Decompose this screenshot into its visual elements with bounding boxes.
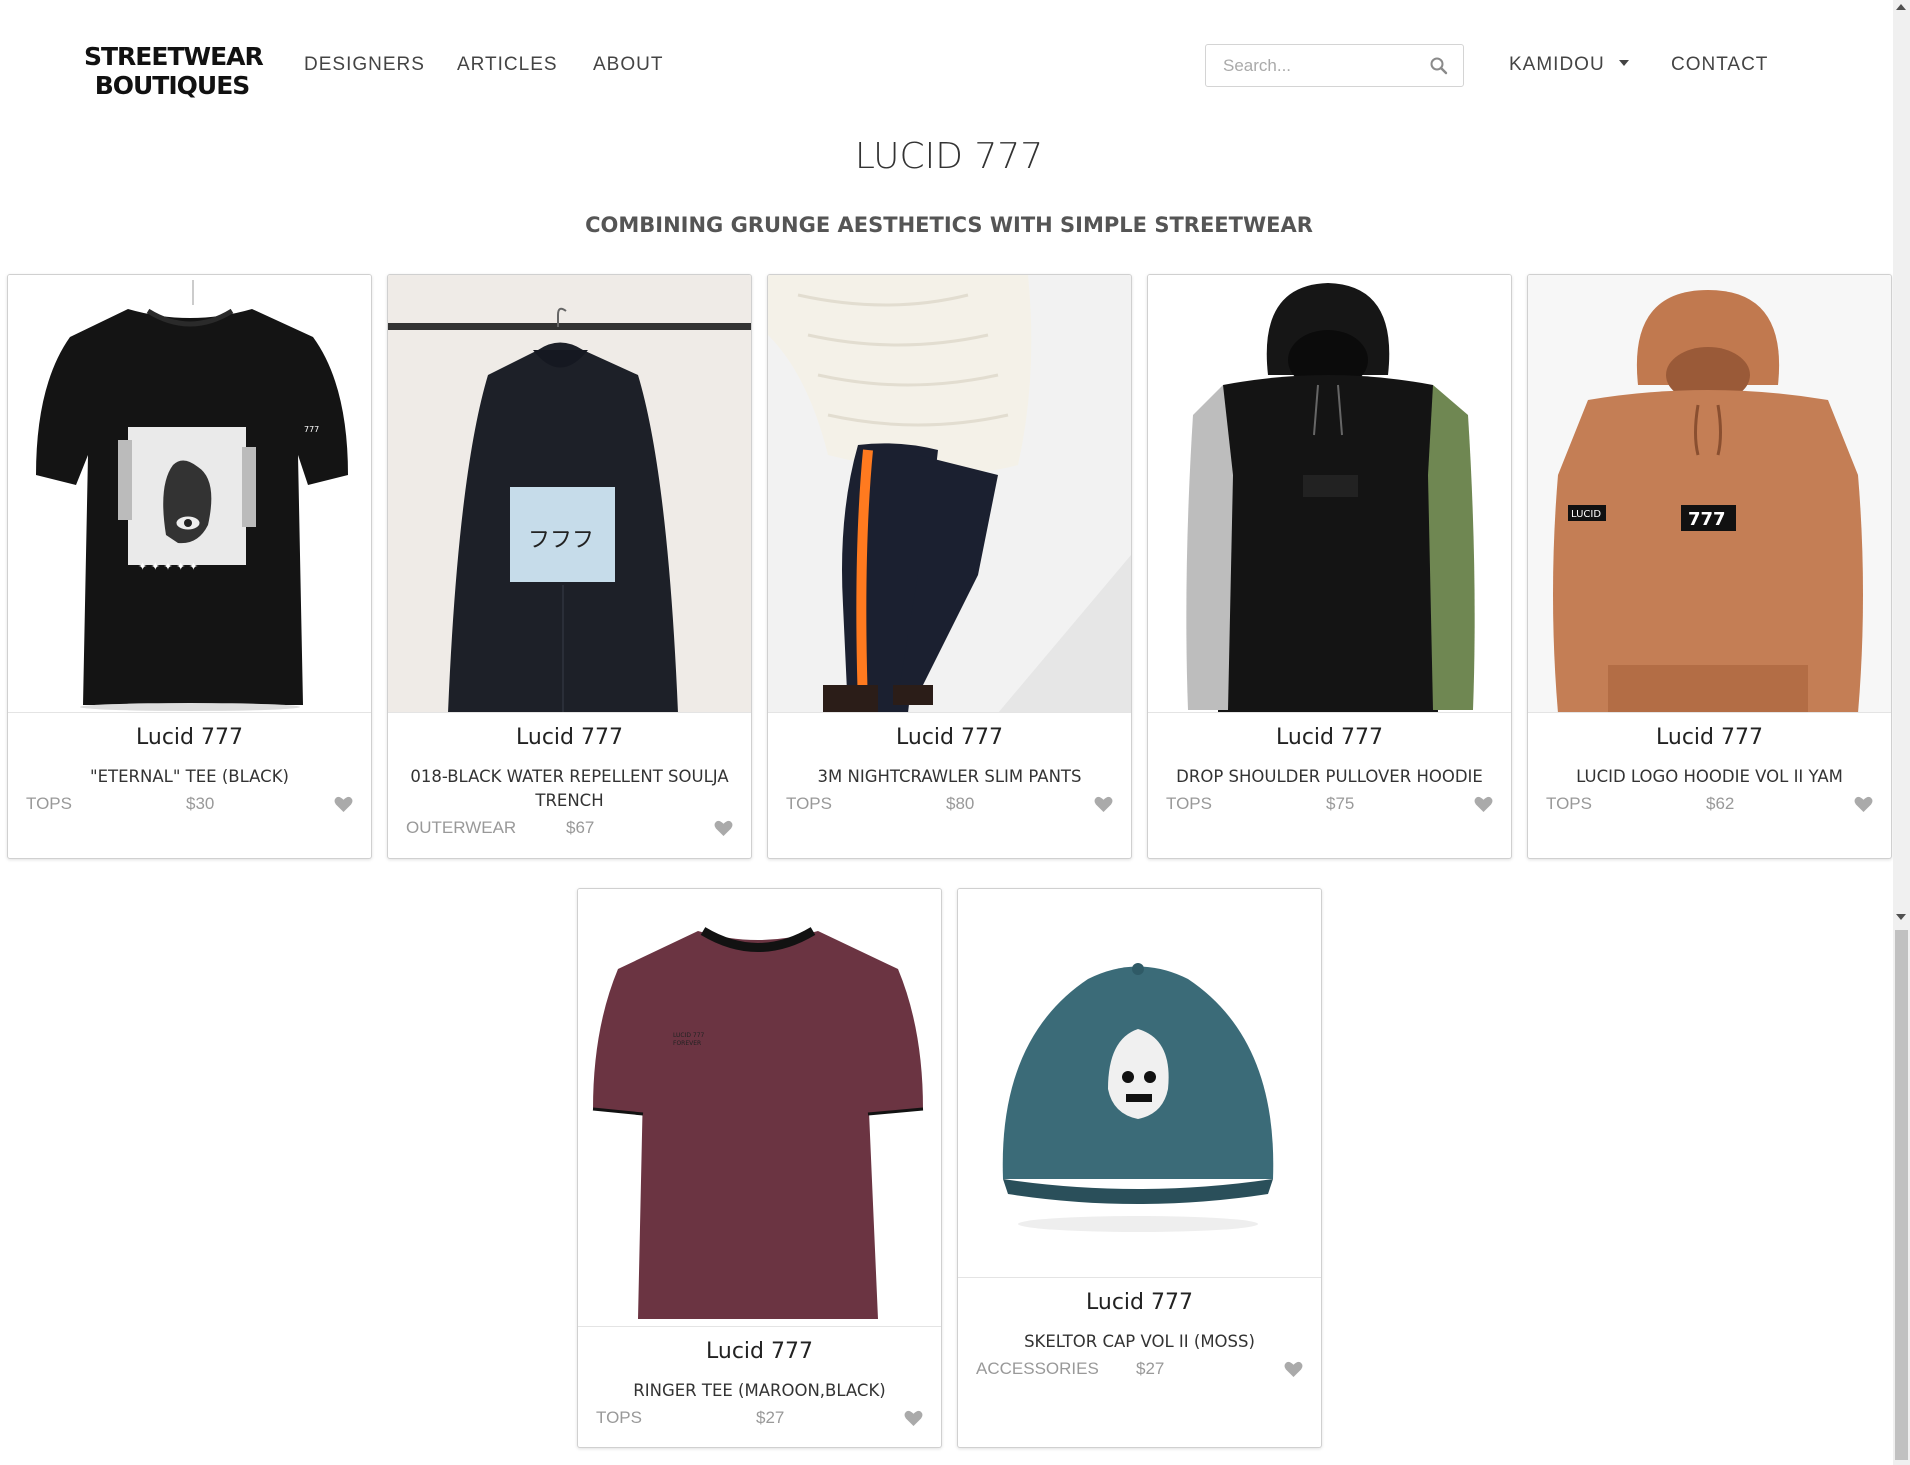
heart-icon[interactable] <box>1284 1361 1303 1378</box>
product-card[interactable]: Lucid 777 3M NIGHTCRAWLER SLIM PANTS TOP… <box>767 274 1132 859</box>
user-menu-dropdown[interactable]: KAMIDOU <box>1509 54 1629 76</box>
maroon-ringer-tee-image: LUCID 777 FOREVER <box>578 889 941 1326</box>
heart-icon[interactable] <box>1854 796 1873 813</box>
product-category: TOPS <box>1166 794 1212 813</box>
product-card[interactable]: LUCID 777 FOREVER Lucid 777 RINGER TEE (… <box>577 888 942 1448</box>
user-menu-label: KAMIDOU <box>1509 54 1605 75</box>
teal-skull-cap-image <box>958 889 1321 1277</box>
product-price: $75 <box>1326 794 1355 813</box>
track-pants-image <box>768 275 1131 712</box>
page-subtitle: COMBINING GRUNGE AESTHETICS WITH SIMPLE … <box>585 213 1313 237</box>
heart-icon[interactable] <box>334 796 353 813</box>
nav-link-designers[interactable]: DESIGNERS <box>304 54 425 76</box>
orange-logo-hoodie-image: 777 LUCID <box>1528 275 1891 712</box>
product-image[interactable]: LUCID 777 FOREVER <box>578 889 941 1327</box>
product-price: $67 <box>566 818 595 837</box>
product-image[interactable] <box>768 275 1131 713</box>
product-name[interactable]: RINGER TEE (MAROON,BLACK) <box>593 1379 926 1403</box>
product-price: $27 <box>756 1408 785 1427</box>
nav-link-about[interactable]: ABOUT <box>593 54 663 76</box>
scroll-down-arrow-icon[interactable] <box>1896 914 1906 920</box>
nav-link-contact[interactable]: CONTACT <box>1671 54 1768 76</box>
svg-text:FOREVER: FOREVER <box>673 1040 701 1047</box>
product-card[interactable]: Lucid 777 DROP SHOULDER PULLOVER HOODIE … <box>1147 274 1512 859</box>
product-brand: Lucid 777 <box>706 1339 813 1364</box>
svg-text:LUCID: LUCID <box>1571 509 1601 520</box>
product-category: ACCESSORIES <box>976 1359 1099 1378</box>
svg-text:777: 777 <box>1688 509 1726 530</box>
product-name[interactable]: "ETERNAL" TEE (BLACK) <box>23 765 356 789</box>
product-image[interactable]: フフフ <box>388 275 751 713</box>
product-name[interactable]: LUCID LOGO HOODIE VOL II YAM <box>1543 765 1876 789</box>
site-logo[interactable]: STREETWEAR BOUTIQUES <box>84 42 264 100</box>
product-card[interactable]: ✦ ✦ ✦ ✦ ✦ 777 Lucid 777 "ETERNAL" TEE (B… <box>7 274 372 859</box>
svg-text:フフフ: フフフ <box>528 528 594 553</box>
product-brand: Lucid 777 <box>896 725 1003 750</box>
logo-line-1: STREETWEAR <box>84 42 264 71</box>
product-image[interactable] <box>1148 275 1511 713</box>
black-trench-coat-image: フフフ <box>388 275 751 712</box>
product-name[interactable]: 018-BLACK WATER REPELLENT SOULJA TRENCH <box>403 765 736 813</box>
product-image[interactable]: 777 LUCID <box>1528 275 1891 713</box>
product-price: $62 <box>1706 794 1735 813</box>
search-icon[interactable] <box>1429 56 1449 76</box>
nav-link-articles[interactable]: ARTICLES <box>457 54 558 76</box>
page-scrollbar[interactable] <box>1893 0 1910 1465</box>
product-image[interactable] <box>958 889 1321 1278</box>
product-brand: Lucid 777 <box>516 725 623 750</box>
product-brand: Lucid 777 <box>1656 725 1763 750</box>
colorblock-hoodie-image <box>1148 275 1511 712</box>
search-input[interactable] <box>1206 45 1416 86</box>
product-price: $27 <box>1136 1359 1165 1378</box>
product-card[interactable]: フフフ Lucid 777 018-BLACK WATER REPELLENT … <box>387 274 752 859</box>
heart-icon[interactable] <box>1474 796 1493 813</box>
svg-text:✦ ✦ ✦ ✦ ✦: ✦ ✦ ✦ ✦ ✦ <box>138 560 198 573</box>
heart-icon[interactable] <box>714 820 733 837</box>
product-card[interactable]: Lucid 777 SKELTOR CAP VOL II (MOSS) ACCE… <box>957 888 1322 1448</box>
product-price: $80 <box>946 794 975 813</box>
product-price: $30 <box>186 794 215 813</box>
product-name[interactable]: SKELTOR CAP VOL II (MOSS) <box>973 1330 1306 1354</box>
product-category: OUTERWEAR <box>406 818 517 837</box>
navbar: STREETWEAR BOUTIQUES DESIGNERS ARTICLES … <box>0 0 1893 130</box>
product-category: TOPS <box>1546 794 1592 813</box>
scroll-thumb[interactable] <box>1895 930 1908 1460</box>
heart-icon[interactable] <box>904 1410 923 1427</box>
search-box <box>1205 44 1464 87</box>
black-graphic-tee-image: ✦ ✦ ✦ ✦ ✦ 777 <box>8 275 371 712</box>
product-category: TOPS <box>596 1408 642 1427</box>
scroll-up-arrow-icon[interactable] <box>1896 4 1906 10</box>
heart-icon[interactable] <box>1094 796 1113 813</box>
product-name[interactable]: DROP SHOULDER PULLOVER HOODIE <box>1163 765 1496 789</box>
product-brand: Lucid 777 <box>136 725 243 750</box>
product-category: TOPS <box>786 794 832 813</box>
logo-line-2: BOUTIQUES <box>94 71 251 100</box>
product-image[interactable]: ✦ ✦ ✦ ✦ ✦ 777 <box>8 275 371 713</box>
product-brand: Lucid 777 <box>1086 1290 1193 1315</box>
caret-down-icon <box>1618 59 1629 66</box>
product-card[interactable]: 777 LUCID Lucid 777 LUCID LOGO HOODIE VO… <box>1527 274 1892 859</box>
svg-text:777: 777 <box>304 425 319 434</box>
product-brand: Lucid 777 <box>1276 725 1383 750</box>
product-name[interactable]: 3M NIGHTCRAWLER SLIM PANTS <box>783 765 1116 789</box>
product-category: TOPS <box>26 794 72 813</box>
page-title: LUCID 777 <box>854 136 1044 177</box>
svg-text:LUCID 777: LUCID 777 <box>673 1032 705 1039</box>
